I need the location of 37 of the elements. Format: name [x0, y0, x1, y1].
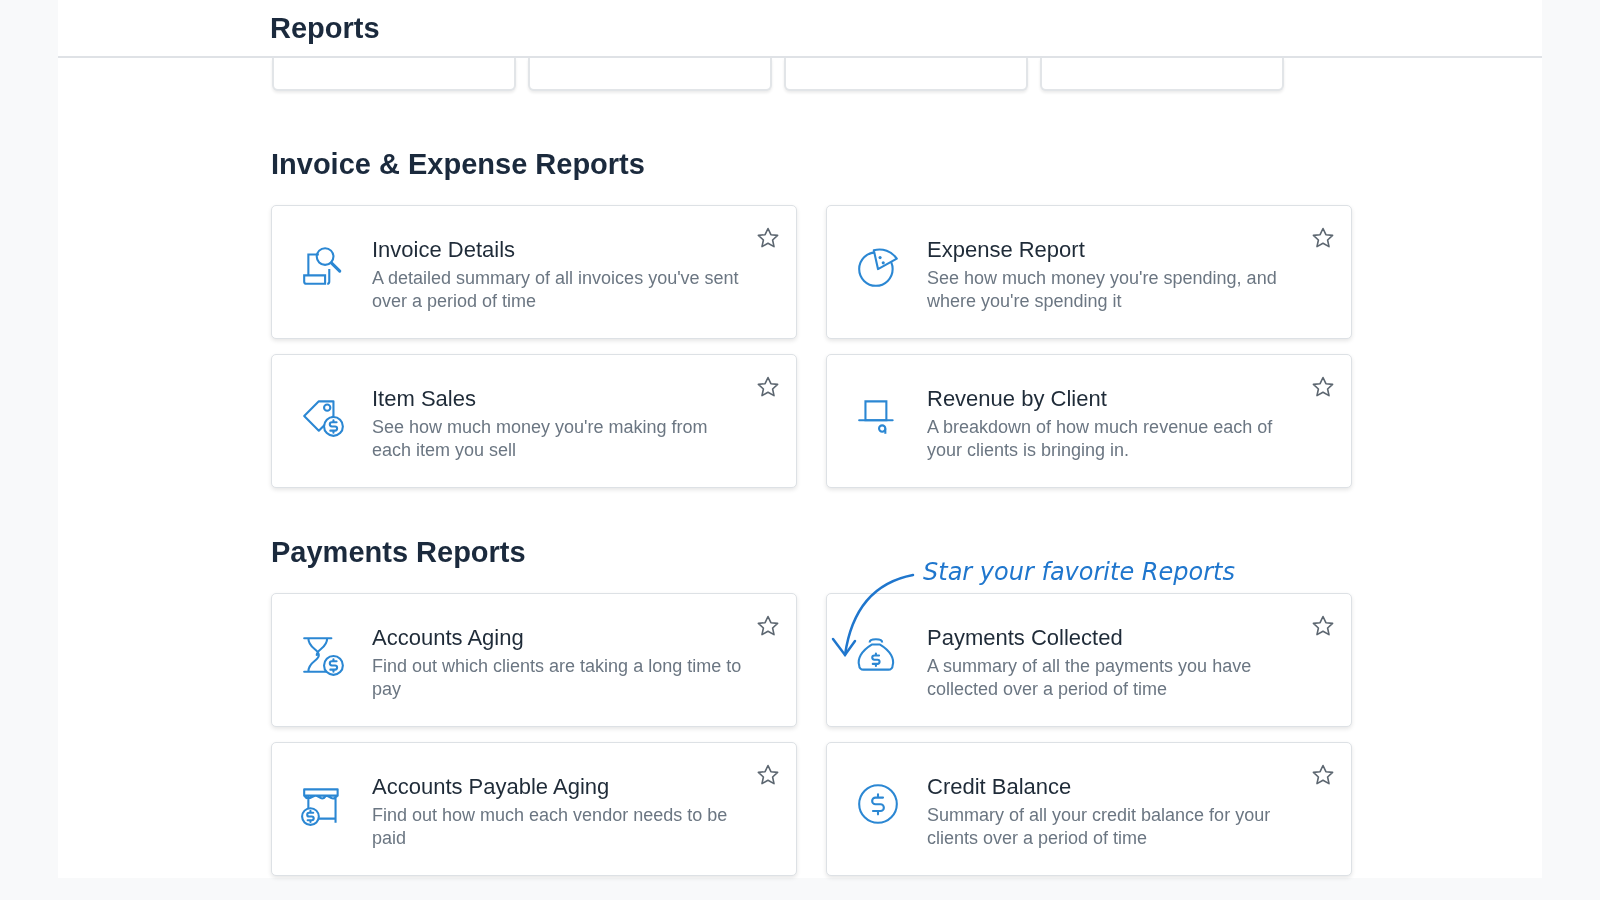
- report-title: Revenue by Client: [927, 385, 1108, 413]
- report-card[interactable]: Item Sales See how much money you're making from each item you sell: [271, 354, 797, 488]
- star-icon[interactable]: [1311, 763, 1335, 787]
- report-description: Find out how much each vendor needs to be paid: [372, 804, 729, 850]
- star-icon[interactable]: [756, 226, 780, 250]
- report-title: Expense Report: [927, 236, 1086, 264]
- report-title: Accounts Payable Aging: [372, 773, 611, 801]
- star-icon[interactable]: [756, 375, 780, 399]
- report-description: Summary of all your credit balance for your clients over a period of time: [927, 804, 1272, 850]
- report-description: See how much money you're spending, and where you're spending it: [927, 267, 1278, 313]
- report-title: Credit Balance: [927, 773, 1073, 801]
- section-heading: Payments Reports: [271, 535, 527, 569]
- report-title: Payments Collected: [927, 624, 1124, 652]
- report-title: Item Sales: [372, 385, 477, 413]
- page-title: Reports: [270, 11, 380, 45]
- report-title: Invoice Details: [372, 236, 517, 264]
- report-description: See how much money you're making from each item you sell: [372, 416, 709, 462]
- dollar-circle-icon: [855, 781, 901, 827]
- report-description: A breakdown of how much revenue each of your clients is bringing in.: [927, 416, 1274, 462]
- report-card[interactable]: Accounts Aging Find out which clients are taking a long time to pay: [271, 593, 797, 727]
- report-description: Find out which clients are taking a long time to pay: [372, 655, 743, 701]
- report-description: A summary of all the payments you have collected over a period of time: [927, 655, 1253, 701]
- report-description: A detailed summary of all invoices you've sent over a period of time: [372, 267, 740, 313]
- report-card[interactable]: Revenue by Client A breakdown of how much revenue each of your clients is bringing in.: [826, 354, 1352, 488]
- report-card[interactable]: Invoice Details A detailed summary of all invoices you've sent over a period of time: [271, 205, 797, 339]
- star-icon[interactable]: [756, 614, 780, 638]
- curved-arrow-icon: [831, 573, 915, 659]
- section-heading: Invoice & Expense Reports: [271, 147, 646, 181]
- report-card[interactable]: Payments Collected A summary of all the payments you have collected over a period of time: [826, 593, 1352, 727]
- report-card[interactable]: Credit Balance Summary of all your credit balance for your clients over a period of time: [826, 742, 1352, 876]
- report-title: Accounts Aging: [372, 624, 525, 652]
- star-icon[interactable]: [1311, 226, 1335, 250]
- report-card[interactable]: Expense Report See how much money you're spending, and where you're spending it: [826, 205, 1352, 339]
- star-icon[interactable]: [1311, 614, 1335, 638]
- star-icon[interactable]: [1311, 375, 1335, 399]
- star-icon[interactable]: [756, 763, 780, 787]
- report-card[interactable]: Accounts Payable Aging Find out how much each vendor needs to be paid: [271, 742, 797, 876]
